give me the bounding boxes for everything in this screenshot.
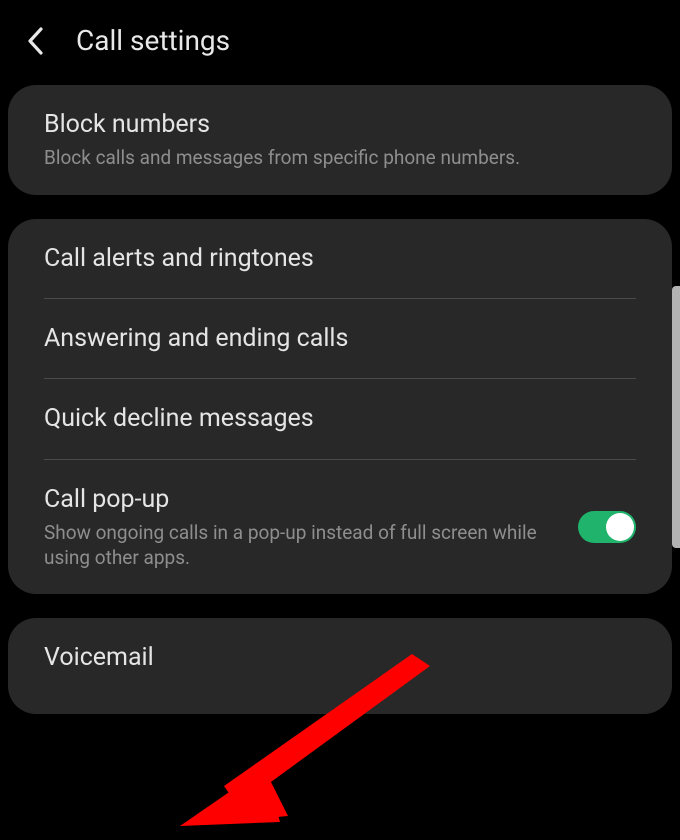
- item-subtitle: Show ongoing calls in a pop-up instead o…: [44, 521, 562, 570]
- item-subtitle: Block calls and messages from specific p…: [44, 146, 636, 171]
- page-title: Call settings: [76, 24, 230, 57]
- item-voicemail[interactable]: Voicemail: [8, 618, 672, 713]
- call-popup-toggle[interactable]: [578, 511, 636, 543]
- item-call-alerts[interactable]: Call alerts and ringtones: [8, 219, 672, 298]
- item-title: Voicemail: [44, 642, 636, 673]
- toggle-knob: [606, 513, 634, 541]
- item-title: Answering and ending calls: [44, 323, 636, 354]
- item-answering-ending[interactable]: Answering and ending calls: [8, 299, 672, 378]
- back-icon[interactable]: [20, 25, 52, 57]
- item-title: Quick decline messages: [44, 403, 636, 434]
- item-block-numbers[interactable]: Block numbers Block calls and messages f…: [8, 85, 672, 195]
- item-title: Call pop-up: [44, 484, 562, 515]
- settings-group-1: Block numbers Block calls and messages f…: [8, 85, 672, 195]
- item-title: Block numbers: [44, 109, 636, 140]
- item-call-popup[interactable]: Call pop-up Show ongoing calls in a pop-…: [8, 460, 672, 595]
- header: Call settings: [0, 0, 680, 85]
- settings-group-3: Voicemail: [8, 618, 672, 713]
- scrollbar-thumb[interactable]: [672, 286, 680, 548]
- item-title: Call alerts and ringtones: [44, 243, 636, 274]
- item-quick-decline[interactable]: Quick decline messages: [8, 379, 672, 458]
- settings-group-2: Call alerts and ringtones Answering and …: [8, 219, 672, 594]
